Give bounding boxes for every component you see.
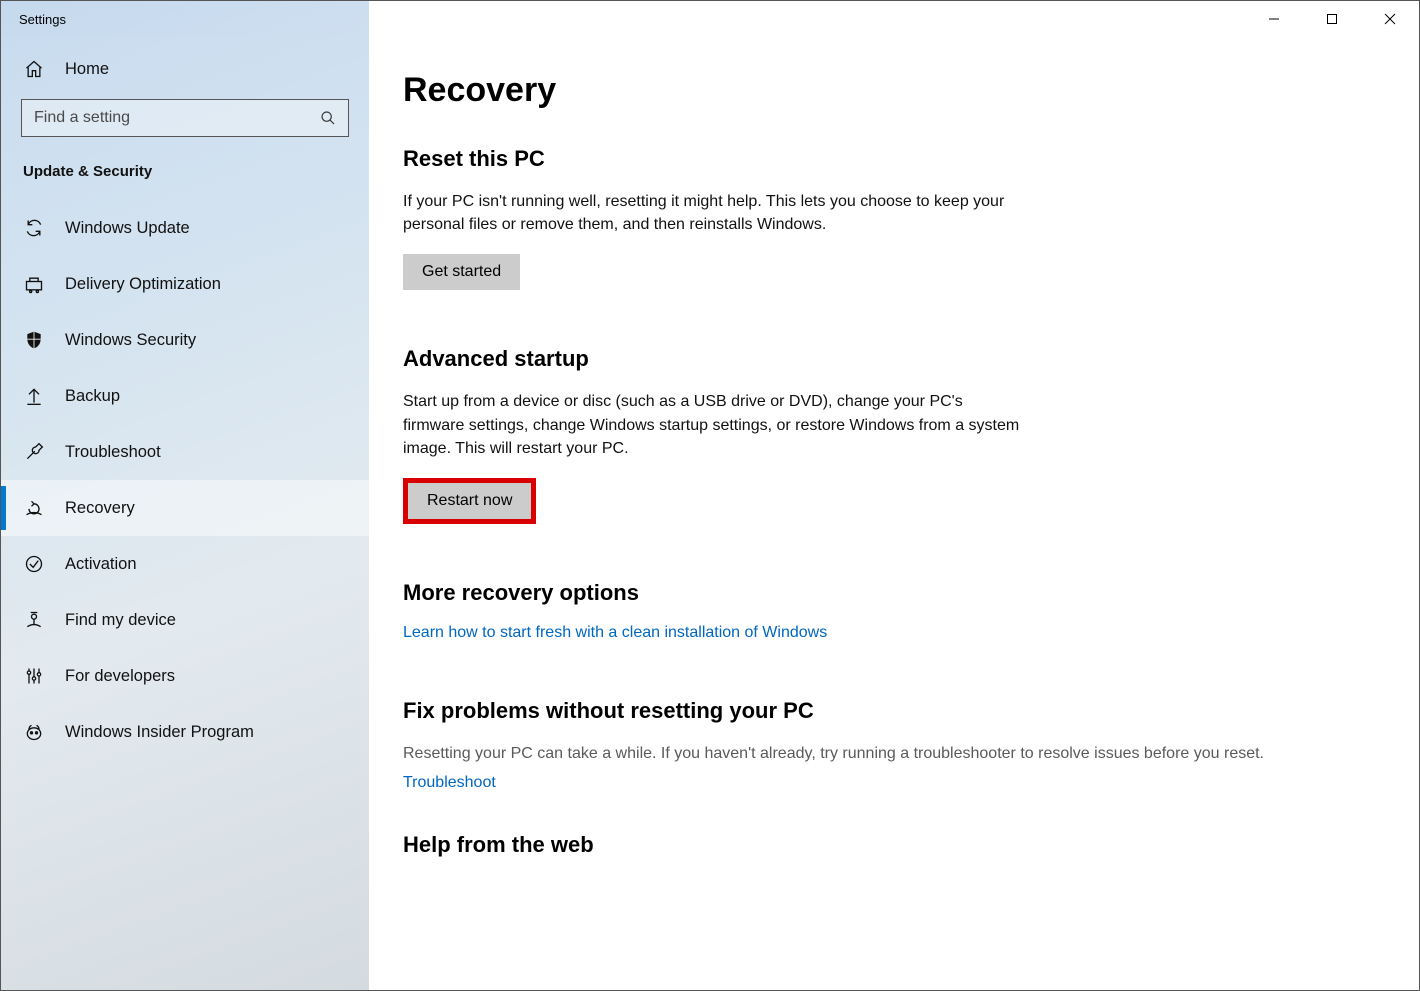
titlebar: Settings [1, 1, 1419, 37]
close-button[interactable] [1361, 1, 1419, 37]
fresh-install-link[interactable]: Learn how to start fresh with a clean in… [403, 624, 827, 641]
minimize-button[interactable] [1245, 1, 1303, 37]
section-advanced-startup: Advanced startup Start up from a device … [403, 346, 1389, 524]
search-input[interactable] [34, 109, 320, 127]
sidebar-item-label: Troubleshoot [65, 443, 161, 462]
minimize-icon [1268, 13, 1280, 25]
sidebar-item-label: For developers [65, 667, 175, 686]
content-pane: Recovery Reset this PC If your PC isn't … [369, 37, 1419, 990]
sidebar-item-label: Windows Security [65, 331, 196, 350]
window-controls [1245, 1, 1419, 37]
help-heading: Help from the web [403, 832, 1389, 858]
backup-icon [23, 386, 45, 406]
page-title: Recovery [403, 71, 1389, 110]
insider-icon [23, 722, 45, 742]
sidebar-item-find-my-device[interactable]: Find my device [1, 592, 369, 648]
reset-description: If your PC isn't running well, resetting… [403, 190, 1023, 236]
sidebar-item-backup[interactable]: Backup [1, 368, 369, 424]
check-circle-icon [23, 554, 45, 574]
sidebar-item-delivery-optimization[interactable]: Delivery Optimization [1, 256, 369, 312]
location-icon [23, 610, 45, 630]
maximize-icon [1326, 13, 1338, 25]
close-icon [1384, 13, 1396, 25]
sync-icon [23, 218, 45, 238]
sidebar-item-recovery[interactable]: Recovery [1, 480, 369, 536]
home-button[interactable]: Home [1, 41, 369, 97]
recovery-icon [23, 498, 45, 518]
advanced-heading: Advanced startup [403, 346, 1389, 372]
sidebar-item-troubleshoot[interactable]: Troubleshoot [1, 424, 369, 480]
shield-icon [23, 330, 45, 350]
section-reset-pc: Reset this PC If your PC isn't running w… [403, 146, 1389, 290]
sidebar-item-label: Recovery [65, 499, 135, 518]
sidebar-item-for-developers[interactable]: For developers [1, 648, 369, 704]
category-header: Update & Security [1, 155, 369, 200]
troubleshoot-link[interactable]: Troubleshoot [403, 774, 496, 791]
delivery-icon [23, 274, 45, 294]
sidebar-item-windows-security[interactable]: Windows Security [1, 312, 369, 368]
sidebar-item-label: Delivery Optimization [65, 275, 221, 294]
restart-now-highlight: Restart now [403, 478, 536, 524]
fix-description: Resetting your PC can take a while. If y… [403, 742, 1389, 766]
more-heading: More recovery options [403, 580, 1389, 606]
section-help-web: Help from the web [403, 832, 1389, 858]
developers-icon [23, 666, 45, 686]
wrench-icon [23, 442, 45, 462]
get-started-button[interactable]: Get started [403, 254, 520, 290]
search-box[interactable] [21, 99, 349, 137]
restart-now-button[interactable]: Restart now [408, 483, 531, 519]
sidebar-item-label: Activation [65, 555, 137, 574]
sidebar-item-label: Windows Update [65, 219, 190, 238]
sidebar-item-windows-update[interactable]: Windows Update [1, 200, 369, 256]
home-icon [23, 59, 45, 79]
nav-list: Windows Update Delivery Optimization Win… [1, 200, 369, 760]
sidebar-item-label: Windows Insider Program [65, 723, 254, 742]
section-more-recovery: More recovery options Learn how to start… [403, 580, 1389, 642]
advanced-description: Start up from a device or disc (such as … [403, 390, 1023, 460]
sidebar-item-activation[interactable]: Activation [1, 536, 369, 592]
sidebar-item-label: Backup [65, 387, 120, 406]
section-fix-problems: Fix problems without resetting your PC R… [403, 698, 1389, 792]
home-label: Home [65, 60, 109, 79]
maximize-button[interactable] [1303, 1, 1361, 37]
sidebar: Home Update & Security Windows Update [1, 37, 369, 990]
fix-heading: Fix problems without resetting your PC [403, 698, 1389, 724]
search-icon [320, 110, 336, 126]
window-title: Settings [1, 12, 66, 27]
reset-heading: Reset this PC [403, 146, 1389, 172]
sidebar-item-label: Find my device [65, 611, 176, 630]
sidebar-item-windows-insider[interactable]: Windows Insider Program [1, 704, 369, 760]
